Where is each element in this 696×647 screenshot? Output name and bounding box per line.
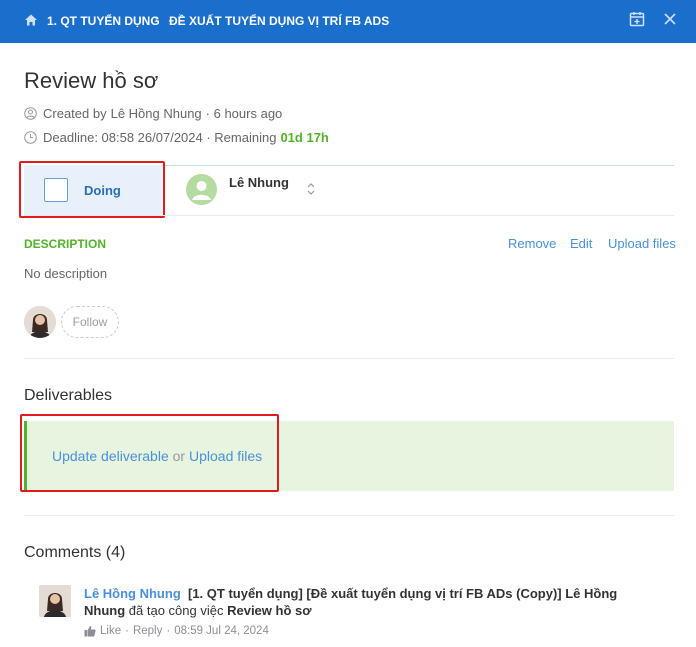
created-time: · 6 hours ago <box>205 106 283 121</box>
breadcrumb-item-proposal[interactable]: ĐỀ XUẤT TUYỂN DỤNG VỊ TRÍ FB ADS <box>169 14 389 28</box>
reply-link[interactable]: Reply <box>133 625 162 637</box>
highlight-frame-deliverable <box>20 414 279 492</box>
comment-text: Lê Hồng Nhung [1. QT tuyển dụng] [Đề xuấ… <box>84 585 644 619</box>
comment-avatar[interactable] <box>39 585 71 617</box>
user-icon <box>24 107 37 120</box>
highlight-frame-status <box>19 161 165 218</box>
deadline-info: Deadline: 08:58 26/07/2024 · Remaining 0… <box>24 130 329 145</box>
home-icon[interactable] <box>24 13 38 27</box>
calendar-add-icon[interactable] <box>629 11 645 27</box>
created-prefix: Created by <box>43 106 107 121</box>
deadline-text: Deadline: 08:58 26/07/2024 · Remaining <box>43 130 277 145</box>
breadcrumb-item-process[interactable]: 1. QT TUYỂN DỤNG <box>47 14 160 28</box>
upload-files-link[interactable]: Upload files <box>608 236 676 251</box>
divider <box>24 358 674 359</box>
assignee-avatar[interactable] <box>186 174 217 205</box>
thumbs-up-icon[interactable] <box>84 625 96 637</box>
creator-name: Lê Hồng Nhung <box>110 106 202 121</box>
follow-button[interactable]: Follow <box>61 306 119 338</box>
task-title: Review hồ sơ <box>24 68 159 93</box>
assignee-name[interactable]: Lê Nhung <box>229 175 289 190</box>
comments-title: Comments (4) <box>24 544 126 561</box>
close-icon[interactable] <box>663 12 677 26</box>
like-link[interactable]: Like <box>100 625 121 637</box>
remaining-time: 01d 17h <box>280 130 329 145</box>
description-text: No description <box>24 266 108 281</box>
chevron-updown-icon[interactable] <box>306 181 316 197</box>
comment-action: đã tạo công việc <box>128 603 224 618</box>
top-bar: 1. QT TUYỂN DỤNG › ĐỀ XUẤT TUYỂN DỤNG VỊ… <box>0 0 696 43</box>
breadcrumb-separator: › <box>154 12 158 26</box>
comment-footer: Like · Reply · 08:59 Jul 24, 2024 <box>84 625 269 637</box>
deliverables-title: Deliverables <box>24 387 113 404</box>
clock-icon <box>24 131 37 144</box>
follower-avatar[interactable] <box>24 306 56 338</box>
remove-link[interactable]: Remove <box>508 236 556 251</box>
comment-author[interactable]: Lê Hồng Nhung <box>84 586 181 601</box>
person-photo-icon <box>39 585 71 617</box>
created-info: Created by Lê Hồng Nhung · 6 hours ago <box>24 106 282 121</box>
description-label: DESCRIPTION <box>24 237 107 251</box>
person-icon <box>192 181 211 200</box>
edit-link[interactable]: Edit <box>570 236 592 251</box>
divider <box>24 215 674 216</box>
comment-task-name: Review hồ sơ <box>227 603 312 618</box>
divider <box>24 515 674 516</box>
person-photo-icon <box>24 306 56 338</box>
comment-time: 08:59 Jul 24, 2024 <box>174 625 269 637</box>
